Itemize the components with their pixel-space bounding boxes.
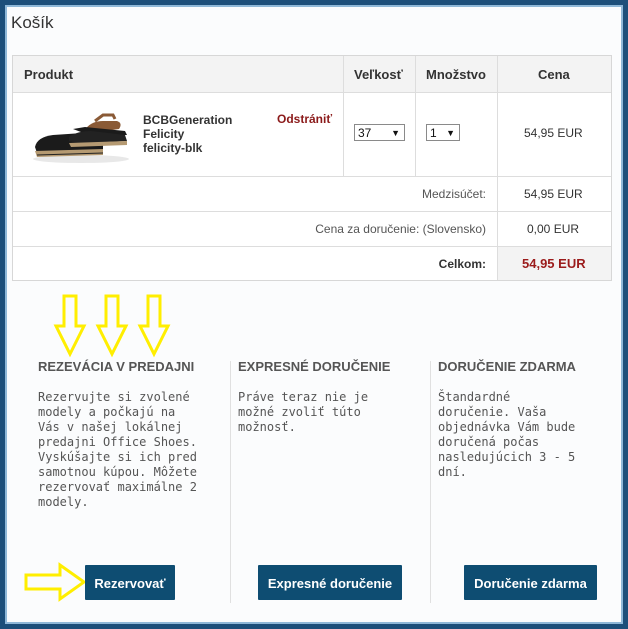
- option-title: REZEVÁCIA V PREDAJNI: [38, 359, 195, 374]
- option-description: Rezervujte si zvolené modely a počkajú n…: [38, 390, 197, 509]
- option-description: Štandardné doručenie. Vaša objednávka Vá…: [438, 390, 576, 479]
- option-express-delivery: EXPRESNÉ DORUČENIE Práve teraz nie je mo…: [238, 359, 428, 435]
- option-description: Práve teraz nie je možné zvoliť túto mož…: [238, 390, 369, 434]
- right-arrow-icon: [24, 562, 87, 602]
- down-arrow-icon: [95, 294, 129, 358]
- free-delivery-button[interactable]: Doručenie zdarma: [464, 565, 597, 600]
- option-title: DORUČENIE ZDARMA: [438, 359, 576, 374]
- option-divider: [230, 361, 231, 603]
- option-free-delivery: DORUČENIE ZDARMA Štandardné doručenie. V…: [438, 359, 628, 480]
- reserve-button[interactable]: Rezervovať: [85, 565, 175, 600]
- down-arrow-icon: [137, 294, 171, 358]
- annotation-arrows: [24, 294, 171, 602]
- option-divider: [430, 361, 431, 603]
- option-store-reservation: REZEVÁCIA V PREDAJNI Rezervujte si zvole…: [38, 359, 228, 510]
- express-delivery-button[interactable]: Expresné doručenie: [258, 565, 402, 600]
- option-title: EXPRESNÉ DORUČENIE: [238, 359, 391, 374]
- down-arrow-icon: [53, 294, 87, 358]
